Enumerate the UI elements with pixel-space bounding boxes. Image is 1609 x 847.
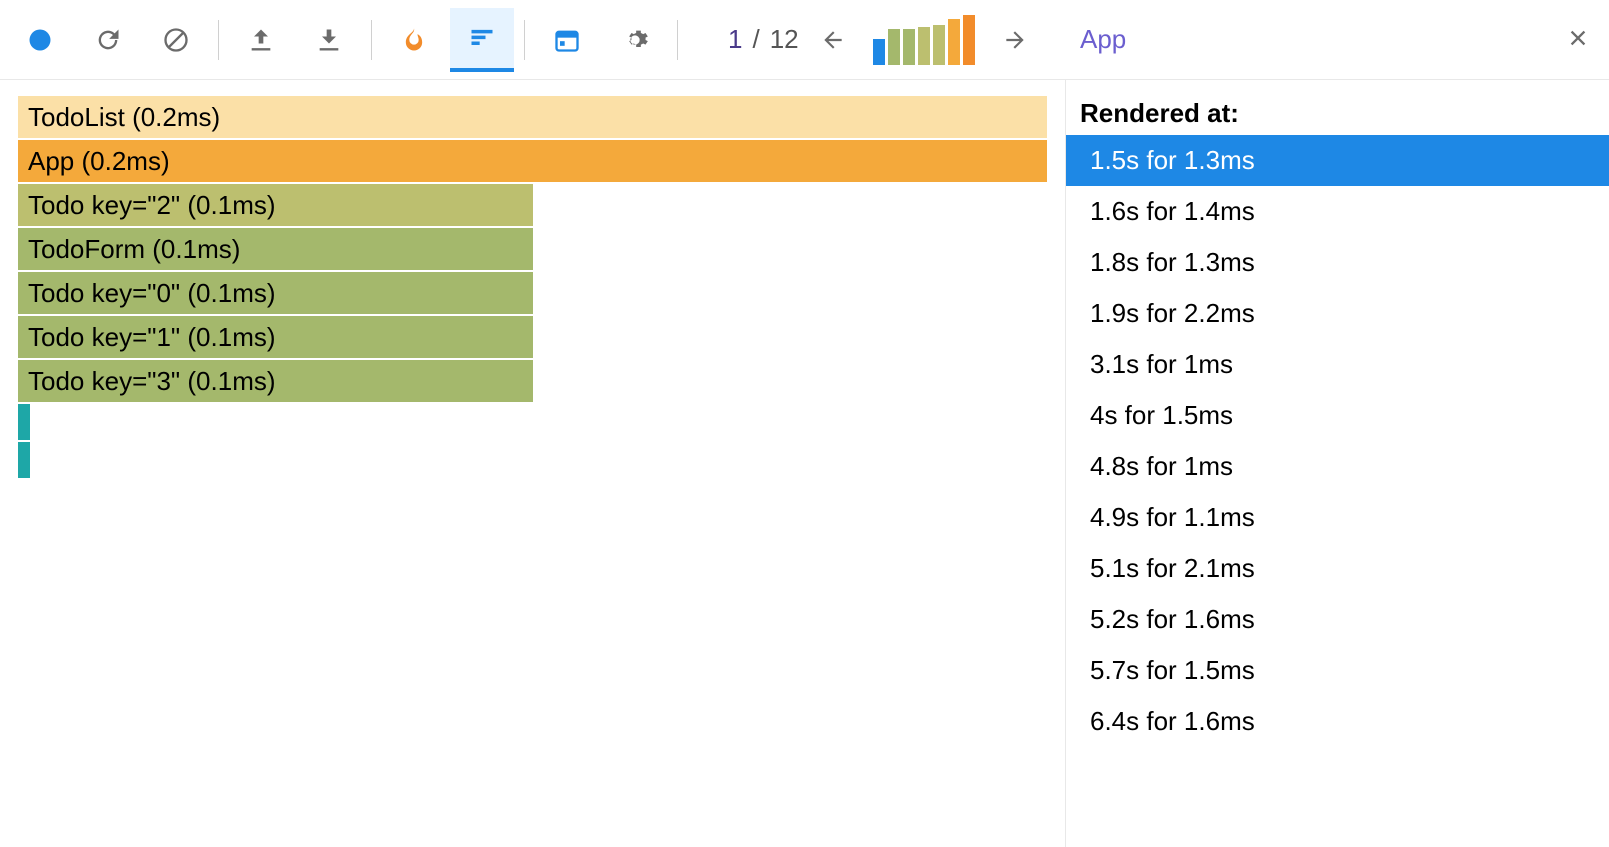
selected-component-name: App [1080, 24, 1126, 55]
ranked-bar[interactable]: Todo key="3" (0.1ms) [18, 360, 533, 402]
upload-icon [247, 26, 275, 54]
gear-icon [621, 26, 649, 54]
ranked-bar[interactable] [18, 442, 30, 478]
reload-icon [94, 26, 122, 54]
commit-list-item[interactable]: 4.9s for 1.1ms [1066, 492, 1609, 543]
details-panel: App Rendered at: 1.5s for 1.3ms1.6s for … [1065, 80, 1609, 847]
close-icon [1567, 27, 1589, 49]
divider [218, 20, 219, 60]
ranked-chart-panel: TodoList (0.2ms)App (0.2ms)Todo key="2" … [0, 80, 1065, 847]
commit-bar[interactable] [918, 27, 930, 65]
ranked-icon [468, 24, 496, 52]
commit-total: 12 [770, 24, 799, 55]
commit-list-item[interactable]: 1.6s for 1.4ms [1066, 186, 1609, 237]
commit-bar-chart[interactable] [873, 15, 975, 65]
next-commit-button[interactable] [991, 16, 1039, 64]
commit-list-item[interactable]: 5.1s for 2.1ms [1066, 543, 1609, 594]
ranked-bar[interactable]: TodoList (0.2ms) [18, 96, 1047, 138]
prev-commit-button[interactable] [809, 16, 857, 64]
save-profile-button[interactable] [297, 8, 361, 72]
commit-list-item[interactable]: 4.8s for 1ms [1066, 441, 1609, 492]
commit-bar[interactable] [873, 39, 885, 65]
ranked-bar[interactable]: Todo key="2" (0.1ms) [18, 184, 533, 226]
ranked-bar[interactable]: Todo key="0" (0.1ms) [18, 272, 533, 314]
commit-list-item[interactable]: 3.1s for 1ms [1066, 339, 1609, 390]
commit-bar[interactable] [903, 29, 915, 65]
timeline-tab[interactable] [535, 8, 599, 72]
arrow-left-icon [820, 27, 846, 53]
main-area: TodoList (0.2ms)App (0.2ms)Todo key="2" … [0, 80, 1609, 847]
reload-button[interactable] [76, 8, 140, 72]
commit-navigator: 1 / 12 [728, 15, 1039, 65]
commit-bar[interactable] [888, 29, 900, 65]
commit-list-item[interactable]: 1.9s for 2.2ms [1066, 288, 1609, 339]
ranked-bar[interactable]: TodoForm (0.1ms) [18, 228, 533, 270]
divider [371, 20, 372, 60]
commit-bar[interactable] [933, 25, 945, 65]
settings-button[interactable] [603, 8, 667, 72]
record-button[interactable] [8, 8, 72, 72]
commit-bar[interactable] [963, 15, 975, 65]
flame-icon [400, 26, 428, 54]
calendar-icon [553, 26, 581, 54]
divider [524, 20, 525, 60]
commit-list-item[interactable]: 5.2s for 1.6ms [1066, 594, 1609, 645]
load-profile-button[interactable] [229, 8, 293, 72]
commit-list-item[interactable]: 4s for 1.5ms [1066, 390, 1609, 441]
commit-separator: / [752, 24, 759, 55]
details-header: App [1066, 0, 1609, 80]
arrow-right-icon [1002, 27, 1028, 53]
flame-chart-tab[interactable] [382, 8, 446, 72]
clear-icon [162, 26, 190, 54]
ranked-bar[interactable]: App (0.2ms) [18, 140, 1047, 182]
clear-button[interactable] [144, 8, 208, 72]
rendered-at-label: Rendered at: [1066, 98, 1609, 135]
commit-list: 1.5s for 1.3ms1.6s for 1.4ms1.8s for 1.3… [1066, 135, 1609, 747]
divider [677, 20, 678, 60]
commit-index: 1 [728, 24, 742, 55]
commit-bar[interactable] [948, 19, 960, 65]
commit-list-item[interactable]: 5.7s for 1.5ms [1066, 645, 1609, 696]
download-icon [315, 26, 343, 54]
record-icon [26, 26, 54, 54]
ranked-bar[interactable]: Todo key="1" (0.1ms) [18, 316, 533, 358]
commit-list-item[interactable]: 1.8s for 1.3ms [1066, 237, 1609, 288]
commit-list-item[interactable]: 1.5s for 1.3ms [1066, 135, 1609, 186]
close-details-button[interactable] [1567, 24, 1589, 56]
ranked-bar[interactable] [18, 404, 30, 440]
ranked-chart-tab[interactable] [450, 8, 514, 72]
details-body: Rendered at: 1.5s for 1.3ms1.6s for 1.4m… [1066, 80, 1609, 747]
commit-list-item[interactable]: 6.4s for 1.6ms [1066, 696, 1609, 747]
